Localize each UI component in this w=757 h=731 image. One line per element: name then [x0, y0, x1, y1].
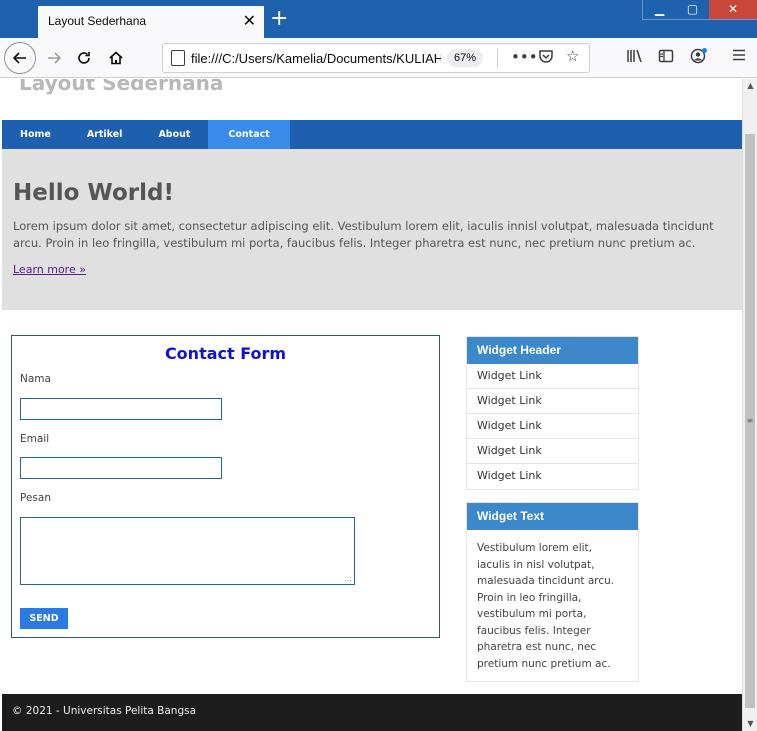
back-arrow-icon[interactable] — [4, 42, 36, 74]
hamburger-menu-icon[interactable] — [732, 48, 746, 66]
contact-form-title: Contact Form — [164, 344, 287, 363]
hero-banner: Hello World! Lorem ipsum dolor sit amet,… — [2, 149, 742, 310]
window-controls: ▁ ▢ ✕ — [642, 0, 757, 20]
widget-text-header: Widget Text — [467, 503, 638, 530]
url-divider — [497, 48, 498, 68]
nama-input[interactable] — [20, 398, 222, 420]
zoom-indicator[interactable]: 67% — [447, 49, 484, 67]
browser-toolbar: file:///C:/Users/Kamelia/Documents/KULIA… — [0, 38, 757, 78]
widget-links: Widget Header Widget Link Widget Link Wi… — [466, 336, 639, 490]
url-bar[interactable]: file:///C:/Users/Kamelia/Documents/KULIA… — [162, 43, 590, 73]
learn-more-link[interactable]: Learn more » — [13, 263, 86, 276]
browser-titlebar: Layout Sederhana ✕ + ▁ ▢ ✕ — [0, 0, 757, 38]
widget-text: Widget Text Vestibulum lorem elit, iacul… — [466, 502, 639, 682]
file-icon — [171, 50, 185, 66]
scrollbar-grip-icon: ≡ — [746, 416, 754, 425]
main-menu: Home Artikel About Contact — [2, 120, 742, 149]
account-icon[interactable] — [690, 48, 708, 68]
menu-item-home[interactable]: Home — [2, 120, 69, 149]
reload-icon[interactable] — [68, 42, 100, 74]
email-label: Email — [20, 433, 50, 445]
page-footer: © 2021 - Universitas Pelita Bangsa — [2, 694, 742, 731]
menu-item-contact[interactable]: Contact — [208, 120, 290, 149]
star-icon[interactable]: ☆ — [566, 47, 579, 65]
pesan-textarea[interactable]: .:: — [20, 517, 355, 585]
scroll-up-icon[interactable]: ▲ — [743, 79, 757, 93]
browser-tab[interactable]: Layout Sederhana ✕ — [38, 6, 264, 38]
scroll-down-icon[interactable]: ▼ — [743, 717, 757, 731]
widget-header: Widget Header — [467, 337, 638, 364]
send-button[interactable]: SEND — [20, 608, 68, 629]
menu-item-artikel[interactable]: Artikel — [69, 120, 141, 149]
tab-title: Layout Sederhana — [48, 14, 147, 28]
menu-item-about[interactable]: About — [140, 120, 208, 149]
scrollbar-thumb[interactable]: ≡ — [745, 134, 755, 708]
new-tab-icon[interactable]: + — [270, 6, 288, 32]
vertical-scrollbar[interactable]: ▲ ≡ ▼ — [742, 79, 757, 731]
site-title: Layout Sederhana — [19, 79, 224, 95]
library-icon[interactable] — [626, 48, 644, 68]
widget-link[interactable]: Widget Link — [467, 414, 638, 439]
window-close-icon[interactable]: ✕ — [709, 0, 757, 19]
more-icon[interactable]: ••• — [511, 48, 538, 66]
maximize-icon[interactable]: ▢ — [676, 0, 709, 19]
hero-paragraph: Lorem ipsum dolor sit amet, consectetur … — [13, 219, 714, 250]
tab-close-icon[interactable]: ✕ — [243, 11, 256, 30]
forward-arrow-icon[interactable] — [38, 42, 70, 74]
home-icon[interactable] — [100, 42, 132, 74]
pesan-label: Pesan — [20, 492, 51, 504]
widget-link[interactable]: Widget Link — [467, 389, 638, 414]
minimize-icon[interactable]: ▁ — [643, 0, 676, 19]
resize-grip-icon[interactable]: .:: — [344, 574, 352, 583]
widget-link[interactable]: Widget Link — [467, 464, 638, 489]
url-text[interactable]: file:///C:/Users/Kamelia/Documents/KULIA… — [191, 51, 441, 66]
contact-form: Contact Form Nama Email Pesan .:: SEND — [11, 335, 440, 638]
widget-link[interactable]: Widget Link — [467, 364, 638, 389]
widget-link[interactable]: Widget Link — [467, 439, 638, 464]
hero-heading: Hello World! — [13, 180, 174, 206]
widget-text-body: Vestibulum lorem elit, iaculis in nisl v… — [477, 542, 615, 670]
nama-label: Nama — [20, 373, 51, 385]
sidebar-icon[interactable] — [658, 48, 674, 68]
email-input[interactable] — [20, 457, 222, 479]
pocket-icon[interactable] — [538, 48, 554, 68]
page-viewport: Layout Sederhana Home Artikel About Cont… — [0, 79, 742, 731]
footer-copyright: © 2021 - Universitas Pelita Bangsa — [12, 705, 197, 717]
